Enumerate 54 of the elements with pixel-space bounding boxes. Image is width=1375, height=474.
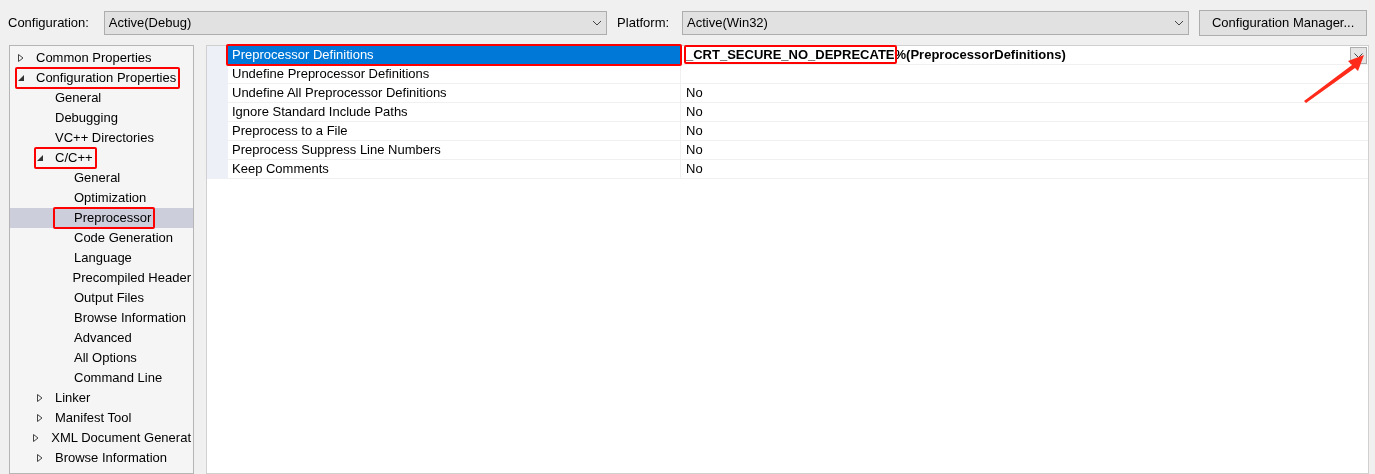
tree-item[interactable]: Browse Information — [10, 448, 193, 468]
tree-item[interactable]: Preprocessor — [10, 208, 193, 228]
property-row[interactable]: Preprocess to a File No — [228, 122, 1368, 141]
tree-item[interactable]: General — [10, 88, 193, 108]
property-name[interactable]: Ignore Standard Include Paths — [228, 103, 680, 121]
chevron-down-icon — [1174, 19, 1185, 26]
tree-item[interactable]: Common Properties — [10, 48, 193, 68]
configuration-dropdown[interactable]: Active(Debug) — [103, 10, 608, 35]
property-name[interactable]: Undefine All Preprocessor Definitions — [228, 84, 680, 102]
expand-triangle-icon[interactable] — [17, 54, 25, 62]
property-value[interactable]: No — [686, 102, 703, 122]
tree-item[interactable]: All Options — [10, 348, 193, 368]
property-row[interactable]: Undefine All Preprocessor Definitions No — [228, 84, 1368, 103]
tree-item[interactable]: XML Document Generat — [10, 428, 193, 448]
expand-triangle-icon[interactable] — [36, 414, 44, 422]
property-name[interactable]: Preprocess to a File — [228, 122, 680, 140]
tree-item[interactable]: General — [10, 168, 193, 188]
tree-item[interactable]: C/C++ — [10, 148, 193, 168]
property-value[interactable]: No — [686, 140, 703, 160]
collapse-triangle-icon[interactable] — [36, 154, 44, 162]
tree-item[interactable]: VC++ Directories — [10, 128, 193, 148]
property-name[interactable]: Keep Comments — [228, 160, 680, 178]
tree-item[interactable]: Advanced — [10, 328, 193, 348]
tree-item[interactable]: Language — [10, 248, 193, 268]
property-row[interactable]: Ignore Standard Include Paths No — [228, 103, 1368, 122]
callout-arrow — [1302, 53, 1366, 103]
property-name[interactable]: Undefine Preprocessor Definitions — [228, 65, 680, 83]
expand-triangle-icon[interactable] — [36, 394, 44, 402]
property-name[interactable]: Preprocess Suppress Line Numbers — [228, 141, 680, 159]
configuration-label: Configuration: — [8, 13, 90, 32]
collapse-triangle-icon[interactable] — [17, 74, 25, 82]
tree-item[interactable]: Debugging — [10, 108, 193, 128]
platform-label: Platform: — [617, 13, 671, 32]
tree-item[interactable]: Output Files — [10, 288, 193, 308]
tree-item[interactable]: Precompiled Header — [10, 268, 193, 288]
tree-item[interactable]: Command Line — [10, 368, 193, 388]
tree-item[interactable]: Linker — [10, 388, 193, 408]
tree-item[interactable]: Code Generation — [10, 228, 193, 248]
property-value[interactable]: No — [686, 83, 703, 103]
tree-item[interactable]: Configuration Properties — [10, 68, 193, 88]
platform-dropdown[interactable]: Active(Win32) — [682, 10, 1190, 35]
property-row[interactable]: Keep Comments No — [228, 160, 1368, 179]
configuration-manager-button[interactable]: Configuration Manager... — [1199, 9, 1367, 36]
tree-item[interactable]: Manifest Tool — [10, 408, 193, 428]
property-value[interactable]: _CRT_SECURE_NO_DEPRECATE%(PreprocessorDefinitions) — [686, 45, 1066, 65]
property-name[interactable]: Preprocessor Definitions — [228, 46, 680, 64]
chevron-down-icon — [592, 19, 603, 26]
expand-triangle-icon[interactable] — [32, 434, 41, 442]
property-value[interactable]: No — [686, 121, 703, 141]
property-value[interactable]: No — [686, 159, 703, 179]
property-row[interactable]: Preprocess Suppress Line Numbers No — [228, 141, 1368, 160]
tree-item[interactable]: Optimization — [10, 188, 193, 208]
tree-item[interactable]: Browse Information — [10, 308, 193, 328]
expand-triangle-icon[interactable] — [36, 454, 44, 462]
